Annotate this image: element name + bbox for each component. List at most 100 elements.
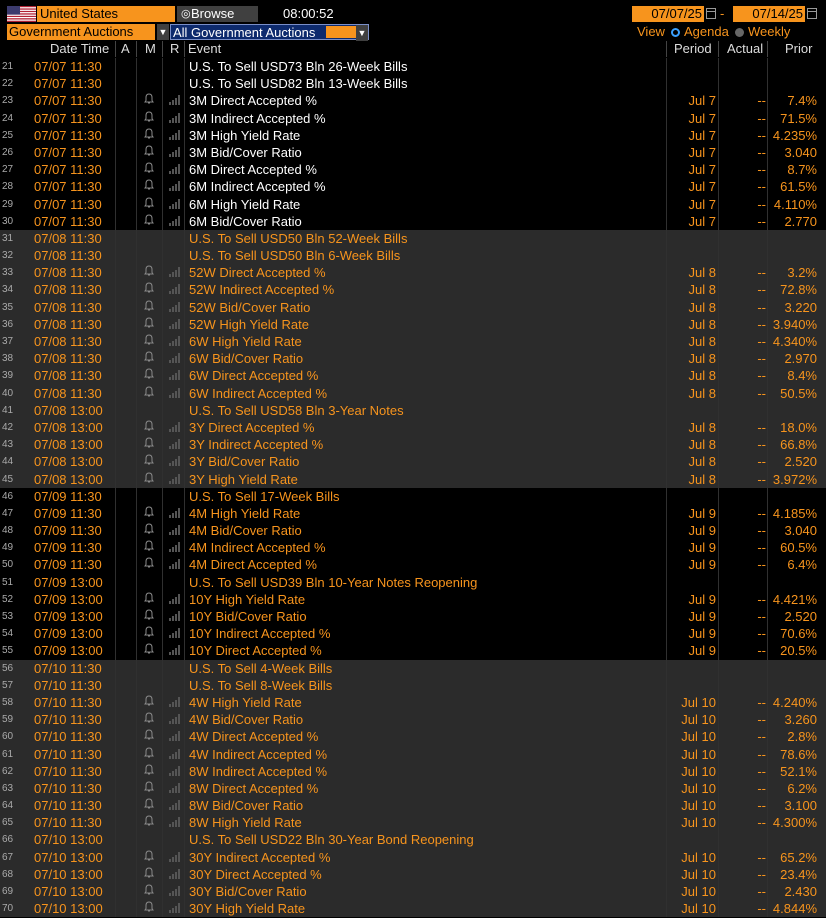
row-event[interactable]: 10Y Indirect Accepted % <box>189 625 659 642</box>
table-row[interactable]: 28 07/07 11:30 6M Indirect Accepted % Jul 7… <box>0 178 826 196</box>
col-a[interactable]: A <box>121 41 130 57</box>
row-event[interactable]: 4M Bid/Cover Ratio <box>189 522 659 539</box>
bell-icon[interactable] <box>142 711 156 728</box>
table-row[interactable]: 58 07/10 11:30 4W High Yield Rate Jul 10 -- 4… <box>0 693 826 712</box>
col-event[interactable]: Event <box>188 41 221 57</box>
bell-icon[interactable] <box>142 436 156 453</box>
table-row[interactable]: 44 07/08 13:00 3Y Bid/Cover Ratio Jul 8 -- 2.… <box>0 453 826 471</box>
calendar-icon[interactable] <box>706 8 716 19</box>
bell-icon[interactable] <box>142 264 156 281</box>
col-prior[interactable]: Prior <box>785 41 812 57</box>
row-event[interactable]: 6M Indirect Accepted % <box>189 178 659 195</box>
table-row[interactable]: 24 07/07 11:30 3M Indirect Accepted % Jul 7… <box>0 109 826 127</box>
table-row[interactable]: 34 07/08 11:30 52W Indirect Accepted % Jul … <box>0 281 826 299</box>
bell-icon[interactable] <box>142 213 156 230</box>
bell-icon[interactable] <box>142 161 156 178</box>
date-to-field[interactable]: 07/14/25 <box>733 6 805 22</box>
table-row[interactable]: 54 07/09 13:00 10Y Indirect Accepted % Jul … <box>0 625 826 643</box>
bell-icon[interactable] <box>142 522 156 539</box>
chevron-down-icon[interactable]: ▼ <box>157 24 169 40</box>
bell-icon[interactable] <box>142 471 156 488</box>
bell-icon[interactable] <box>142 110 156 127</box>
agenda-radio[interactable] <box>671 28 680 37</box>
row-event[interactable]: 52W Direct Accepted % <box>189 264 659 281</box>
row-event[interactable]: 8W High Yield Rate <box>189 814 659 831</box>
table-row[interactable]: 53 07/09 13:00 10Y Bid/Cover Ratio Jul 9 -- 2… <box>0 608 826 626</box>
row-event[interactable]: 10Y High Yield Rate <box>189 591 659 608</box>
table-row[interactable]: 60 07/10 11:30 4W Direct Accepted % Jul 10 -… <box>0 728 826 746</box>
bell-icon[interactable] <box>142 92 156 109</box>
table-row[interactable]: 33 07/08 11:30 52W Direct Accepted % Jul 8 -… <box>0 264 826 282</box>
bell-icon[interactable] <box>142 281 156 298</box>
bell-icon[interactable] <box>142 797 156 814</box>
bell-icon[interactable] <box>142 780 156 797</box>
table-row[interactable]: 27 07/07 11:30 6M Direct Accepted % Jul 7 --… <box>0 161 826 179</box>
table-row[interactable]: 39 07/08 11:30 6W Direct Accepted % Jul 8 --… <box>0 367 826 385</box>
table-row[interactable]: 31 07/08 11:30 U.S. To Sell USD50 Bln 52-W… <box>0 229 826 248</box>
bell-icon[interactable] <box>142 746 156 763</box>
row-event[interactable]: 3M Bid/Cover Ratio <box>189 144 659 161</box>
table-row[interactable]: 43 07/08 13:00 3Y Indirect Accepted % Jul 8… <box>0 436 826 454</box>
bell-icon[interactable] <box>142 883 156 900</box>
row-event[interactable]: U.S. To Sell USD58 Bln 3-Year Notes <box>189 402 659 419</box>
row-event[interactable]: 3Y Direct Accepted % <box>189 419 659 436</box>
bell-icon[interactable] <box>142 608 156 625</box>
row-event[interactable]: 4W High Yield Rate <box>189 694 659 711</box>
row-event[interactable]: 4M Direct Accepted % <box>189 556 659 573</box>
table-row[interactable]: 66 07/10 13:00 U.S. To Sell USD22 Bln 30-Y… <box>0 831 826 849</box>
browse-button[interactable]: ◎ Browse <box>177 6 258 22</box>
table-row[interactable]: 63 07/10 11:30 8W Direct Accepted % Jul 10 -… <box>0 779 826 798</box>
chevron-down-icon[interactable]: ▼ <box>356 25 368 41</box>
country-field[interactable]: United States <box>37 6 175 22</box>
bell-icon[interactable] <box>142 367 156 384</box>
col-datetime[interactable]: Date Time <box>50 41 109 57</box>
row-event[interactable]: U.S. To Sell USD22 Bln 30-Year Bond Reop… <box>189 831 659 848</box>
table-row[interactable]: 68 07/10 13:00 30Y Direct Accepted % Jul 10… <box>0 865 826 883</box>
row-event[interactable]: 10Y Bid/Cover Ratio <box>189 608 659 625</box>
row-event[interactable]: U.S. To Sell USD82 Bln 13-Week Bills <box>189 75 659 92</box>
table-row[interactable]: 61 07/10 11:30 4W Indirect Accepted % Jul 1… <box>0 745 826 763</box>
row-event[interactable]: 6M High Yield Rate <box>189 196 659 213</box>
col-actual[interactable]: Actual <box>727 41 763 57</box>
bell-icon[interactable] <box>142 866 156 883</box>
bell-icon[interactable] <box>142 728 156 745</box>
bell-icon[interactable] <box>142 556 156 573</box>
table-row[interactable]: 45 07/08 13:00 3Y High Yield Rate Jul 8 -- 3.… <box>0 470 826 488</box>
table-row[interactable]: 56 07/10 11:30 U.S. To Sell 4-Week Bills <box>0 659 826 677</box>
bell-icon[interactable] <box>142 178 156 195</box>
table-row[interactable]: 55 07/09 13:00 10Y Direct Accepted % Jul 9 -… <box>0 642 826 660</box>
bell-icon[interactable] <box>142 814 156 831</box>
bell-icon[interactable] <box>142 196 156 213</box>
row-event[interactable]: U.S. To Sell 4-Week Bills <box>189 660 659 677</box>
row-event[interactable]: 4M Indirect Accepted % <box>189 539 659 556</box>
row-event[interactable]: U.S. To Sell USD73 Bln 26-Week Bills <box>189 58 659 75</box>
bell-icon[interactable] <box>142 849 156 866</box>
table-row[interactable]: 47 07/09 11:30 4M High Yield Rate Jul 9 -- 4.… <box>0 504 826 523</box>
row-event[interactable]: 10Y Direct Accepted % <box>189 642 659 659</box>
row-event[interactable]: 8W Direct Accepted % <box>189 780 659 797</box>
table-row[interactable]: 37 07/08 11:30 6W High Yield Rate Jul 8 -- 4.… <box>0 333 826 351</box>
table-row[interactable]: 26 07/07 11:30 3M Bid/Cover Ratio Jul 7 -- 3.… <box>0 143 826 162</box>
row-event[interactable]: 4W Indirect Accepted % <box>189 746 659 763</box>
table-row[interactable]: 38 07/08 11:30 6W Bid/Cover Ratio Jul 8 -- 2.… <box>0 350 826 368</box>
row-event[interactable]: 4M High Yield Rate <box>189 505 659 522</box>
bell-icon[interactable] <box>142 333 156 350</box>
row-event[interactable]: 3M Indirect Accepted % <box>189 110 659 127</box>
table-row[interactable]: 40 07/08 11:30 6W Indirect Accepted % Jul 8… <box>0 384 826 402</box>
category-dropdown[interactable]: Government Auctions ▼ <box>7 24 169 40</box>
bell-icon[interactable] <box>142 505 156 522</box>
row-event[interactable]: 8W Bid/Cover Ratio <box>189 797 659 814</box>
table-row[interactable]: 62 07/10 11:30 8W Indirect Accepted % Jul 1… <box>0 762 826 780</box>
table-row[interactable]: 23 07/07 11:30 3M Direct Accepted % Jul 7 --… <box>0 92 826 110</box>
bell-icon[interactable] <box>142 642 156 659</box>
table-row[interactable]: 21 07/07 11:30 U.S. To Sell USD73 Bln 26-W… <box>0 58 826 76</box>
row-event[interactable]: 52W Indirect Accepted % <box>189 281 659 298</box>
row-event[interactable]: 52W Bid/Cover Ratio <box>189 299 659 316</box>
row-event[interactable]: 8W Indirect Accepted % <box>189 763 659 780</box>
table-row[interactable]: 22 07/07 11:30 U.S. To Sell USD82 Bln 13-W… <box>0 75 826 93</box>
table-row[interactable]: 67 07/10 13:00 30Y Indirect Accepted % Jul … <box>0 848 826 866</box>
bell-icon[interactable] <box>142 625 156 642</box>
bell-icon[interactable] <box>142 385 156 402</box>
calendar-icon[interactable] <box>807 8 817 19</box>
table-row[interactable]: 29 07/07 11:30 6M High Yield Rate Jul 7 -- 4.… <box>0 195 826 213</box>
